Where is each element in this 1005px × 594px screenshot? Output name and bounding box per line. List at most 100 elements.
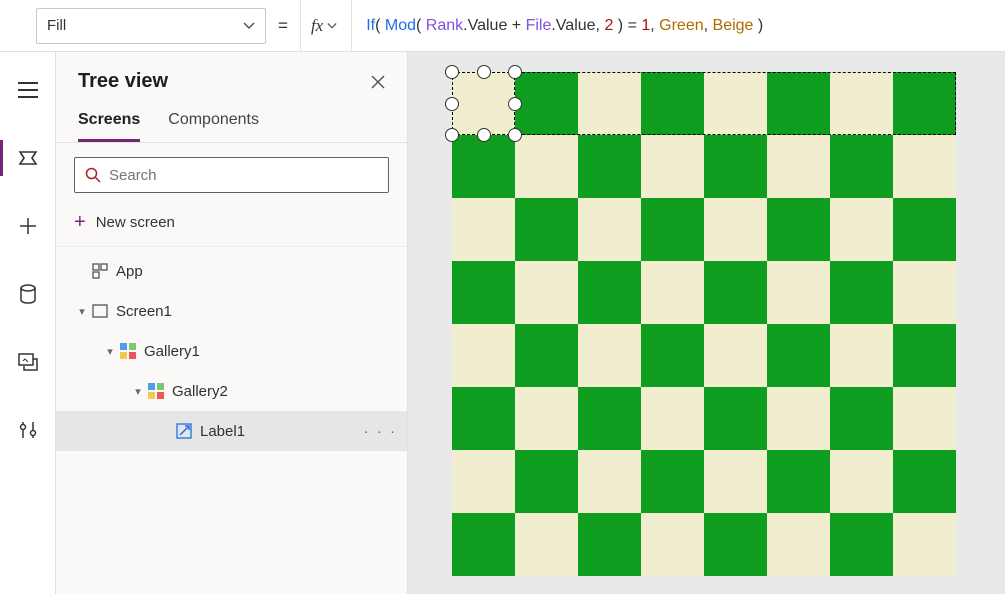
board-cell[interactable] [452, 513, 515, 576]
tree-item-screen1[interactable]: ▾Screen1 [56, 291, 407, 331]
board-cell[interactable] [893, 72, 956, 135]
board-cell[interactable] [452, 324, 515, 387]
resize-handle[interactable] [508, 97, 522, 111]
board-cell[interactable] [767, 261, 830, 324]
board-cell[interactable] [704, 513, 767, 576]
board-cell[interactable] [515, 72, 578, 135]
board-cell[interactable] [704, 387, 767, 450]
board-cell[interactable] [893, 135, 956, 198]
tree-item-gallery2[interactable]: ▾ Gallery2 [56, 371, 407, 411]
board-cell[interactable] [893, 513, 956, 576]
new-screen-button[interactable]: + New screen [56, 199, 407, 247]
board-cell[interactable] [515, 450, 578, 513]
board-cell[interactable] [704, 198, 767, 261]
board-cell[interactable] [515, 135, 578, 198]
board-cell[interactable] [704, 72, 767, 135]
board-cell[interactable] [830, 450, 893, 513]
tab-components[interactable]: Components [168, 103, 259, 142]
board-cell[interactable] [578, 135, 641, 198]
board-cell[interactable] [893, 450, 956, 513]
tree-view-icon[interactable] [8, 138, 48, 178]
board-cell[interactable] [641, 72, 704, 135]
board-cell[interactable] [452, 450, 515, 513]
resize-handle[interactable] [445, 97, 459, 111]
board-cell[interactable] [452, 198, 515, 261]
board-cell[interactable] [578, 513, 641, 576]
board-cell[interactable] [515, 324, 578, 387]
board-cell[interactable] [578, 387, 641, 450]
chevron-icon[interactable]: ▾ [74, 305, 90, 318]
tree-item-label: Gallery2 [172, 383, 228, 400]
close-icon[interactable] [371, 75, 385, 89]
board-cell[interactable] [452, 135, 515, 198]
board-cell[interactable] [452, 261, 515, 324]
board-cell[interactable] [515, 387, 578, 450]
property-selector[interactable]: Fill [36, 8, 266, 44]
board-cell[interactable] [767, 198, 830, 261]
board-cell[interactable] [767, 72, 830, 135]
more-icon[interactable]: · · · [364, 423, 397, 440]
formula-input[interactable]: If( Mod( Rank.Value + File.Value, 2 ) = … [352, 0, 1005, 52]
board-cell[interactable] [830, 72, 893, 135]
board-cell[interactable] [704, 135, 767, 198]
board-cell[interactable] [830, 387, 893, 450]
canvas[interactable] [408, 52, 1005, 594]
board-cell[interactable] [641, 198, 704, 261]
board-cell[interactable] [578, 198, 641, 261]
resize-handle[interactable] [445, 65, 459, 79]
board-cell[interactable] [641, 261, 704, 324]
chevron-down-icon [243, 20, 255, 32]
resize-handle[interactable] [477, 128, 491, 142]
board-cell[interactable] [704, 261, 767, 324]
board-cell[interactable] [830, 135, 893, 198]
tree-item-app[interactable]: App [56, 251, 407, 291]
tree-item-label1[interactable]: Label1· · · [56, 411, 407, 451]
board-cell[interactable] [893, 198, 956, 261]
board-cell[interactable] [830, 513, 893, 576]
board-cell[interactable] [641, 387, 704, 450]
board-cell[interactable] [515, 198, 578, 261]
board-cell[interactable] [830, 324, 893, 387]
fx-button[interactable]: fx [300, 0, 352, 52]
board-cell[interactable] [515, 261, 578, 324]
tree-item-gallery1[interactable]: ▾Gallery1 [56, 331, 407, 371]
search-input[interactable] [74, 157, 389, 193]
board-cell[interactable] [830, 198, 893, 261]
board-cell[interactable] [767, 513, 830, 576]
media-icon[interactable] [8, 342, 48, 382]
board-cell[interactable] [578, 450, 641, 513]
board-cell[interactable] [767, 324, 830, 387]
hamburger-icon[interactable] [8, 70, 48, 110]
board-cell[interactable] [641, 450, 704, 513]
resize-handle[interactable] [477, 65, 491, 79]
tab-screens[interactable]: Screens [78, 103, 140, 142]
settings-icon[interactable] [8, 410, 48, 450]
board-cell[interactable] [578, 72, 641, 135]
board-cell[interactable] [893, 261, 956, 324]
board-cell[interactable] [641, 513, 704, 576]
board-cell[interactable] [452, 72, 515, 135]
board-cell[interactable] [578, 261, 641, 324]
search-field[interactable] [109, 167, 378, 184]
data-icon[interactable] [8, 274, 48, 314]
board-cell[interactable] [515, 513, 578, 576]
chevron-icon[interactable]: ▾ [130, 385, 146, 398]
board-cell[interactable] [704, 450, 767, 513]
resize-handle[interactable] [445, 128, 459, 142]
board-cell[interactable] [452, 387, 515, 450]
resize-handle[interactable] [508, 65, 522, 79]
board-cell[interactable] [830, 261, 893, 324]
board-cell[interactable] [704, 324, 767, 387]
board-cell[interactable] [767, 135, 830, 198]
resize-handle[interactable] [508, 128, 522, 142]
board-cell[interactable] [641, 135, 704, 198]
board-cell[interactable] [893, 387, 956, 450]
board-cell[interactable] [893, 324, 956, 387]
board-cell[interactable] [578, 324, 641, 387]
search-icon [85, 167, 101, 183]
board-cell[interactable] [641, 324, 704, 387]
board-cell[interactable] [767, 387, 830, 450]
chevron-icon[interactable]: ▾ [102, 345, 118, 358]
insert-icon[interactable] [8, 206, 48, 246]
board-cell[interactable] [767, 450, 830, 513]
